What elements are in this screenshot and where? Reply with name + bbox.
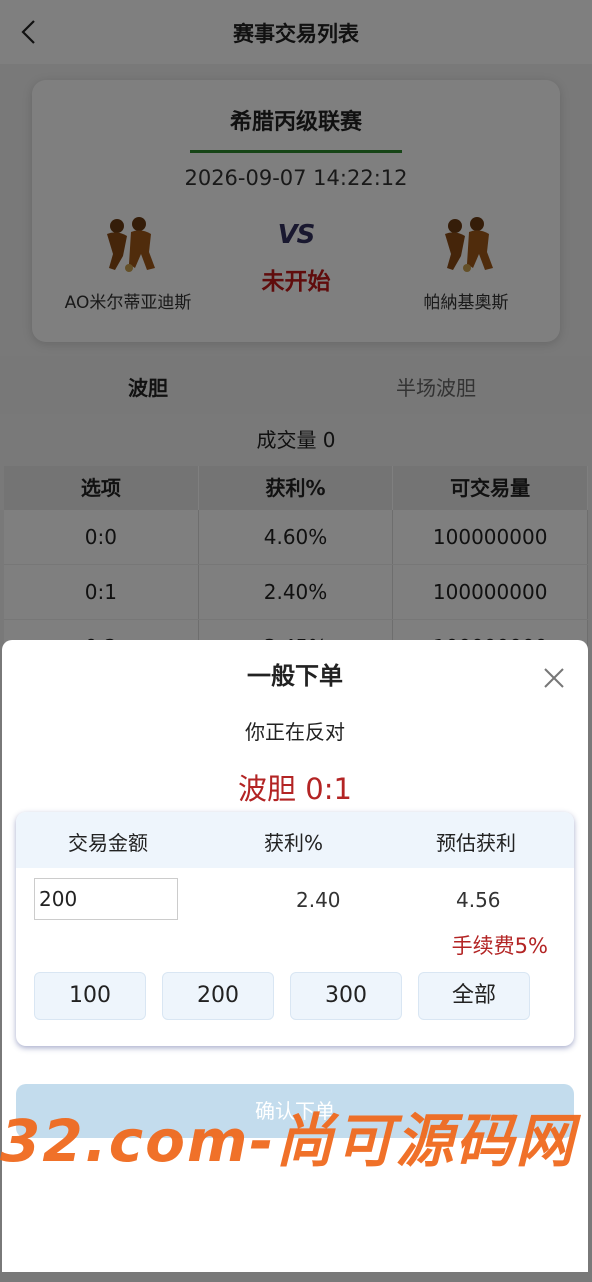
sheet-title: 一般下单 xyxy=(247,662,343,690)
quick-amount-100-button[interactable]: 100 xyxy=(34,972,146,1020)
est-profit-value: 4.56 xyxy=(456,888,501,912)
fee-label: 手续费5% xyxy=(451,934,548,958)
quick-amount-300-button[interactable]: 300 xyxy=(290,972,402,1020)
bet-direction: 你正在反对 xyxy=(245,720,345,744)
order-box: 交易金额 获利% 预估获利 2.40 4.56 手续费5% 100 200 30… xyxy=(16,812,574,1046)
profit-rate-header: 获利% xyxy=(264,831,324,855)
est-profit-header: 预估获利 xyxy=(436,831,516,855)
order-header: 交易金额 获利% 预估获利 xyxy=(16,812,574,868)
profit-rate-value: 2.40 xyxy=(296,888,341,912)
watermark-text: 32.com-尚可源码网 xyxy=(0,1107,576,1175)
amount-header: 交易金额 xyxy=(68,831,148,855)
quick-amount-200-button[interactable]: 200 xyxy=(162,972,274,1020)
close-icon[interactable] xyxy=(542,666,566,690)
amount-input[interactable] xyxy=(34,878,178,920)
selected-pick: 波胆 0:1 xyxy=(238,772,352,806)
quick-amount-all-button[interactable]: 全部 xyxy=(418,972,530,1020)
